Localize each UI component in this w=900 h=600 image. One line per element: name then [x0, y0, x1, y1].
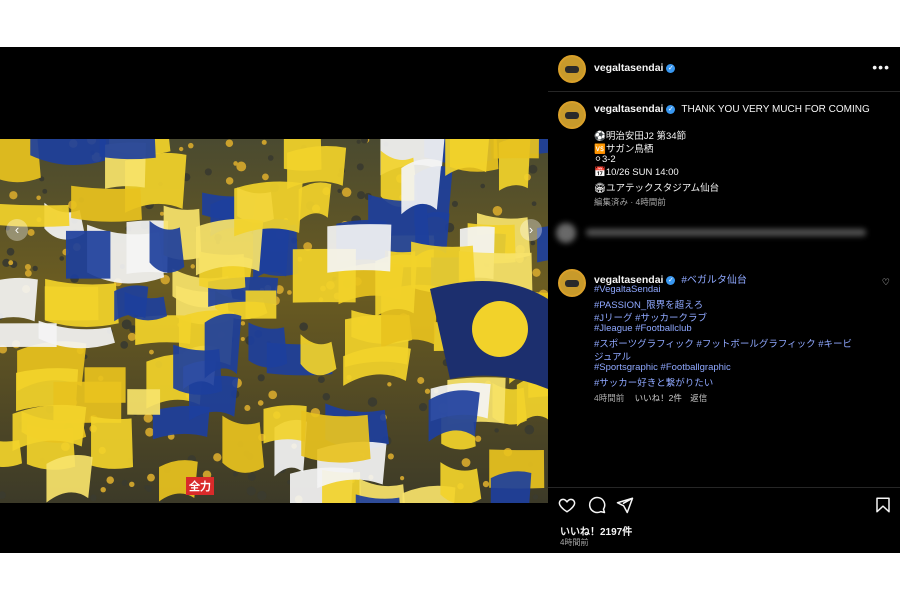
- post-media: 全力 ‹ ›: [0, 47, 548, 553]
- caption-title: THANK YOU VERY MUCH FOR COMING: [681, 104, 870, 115]
- comment-icon[interactable]: [588, 496, 606, 514]
- caption-line: 📅10/26 SUN 14:00: [594, 167, 679, 178]
- caption-line: 🏟ユアテックスタジアム仙台: [594, 183, 720, 194]
- hashtag-line[interactable]: #Jリーグ #サッカークラブ: [594, 310, 707, 324]
- hashtag-line[interactable]: #Jleague #Footballclub: [594, 323, 692, 334]
- flag-crowd-image: [0, 139, 548, 503]
- next-image-button[interactable]: ›: [520, 219, 542, 241]
- hashtag-line[interactable]: ジュアル: [594, 349, 631, 363]
- avatar[interactable]: [558, 55, 586, 83]
- caption-header: vegaltasendai ✓ THANK YOU VERY MUCH FOR C…: [594, 103, 870, 115]
- caption-avatar[interactable]: [558, 101, 586, 129]
- verified-icon: ✓: [666, 104, 676, 114]
- comment-avatar[interactable]: [558, 269, 586, 297]
- hashtag-link[interactable]: #ベガルタ仙台: [681, 275, 747, 286]
- post-photo: 全力: [0, 139, 548, 503]
- blurred-comment: [556, 223, 892, 243]
- post-timestamp: 4時間前: [560, 538, 589, 547]
- verified-icon: ✓: [666, 275, 676, 285]
- banner-text: 全力: [186, 477, 214, 495]
- caption-line: 🆚サガン鳥栖: [594, 144, 654, 155]
- more-options-icon[interactable]: •••: [872, 59, 890, 75]
- heart-icon[interactable]: [558, 496, 576, 514]
- hashtag-line[interactable]: #サッカー好きと繋がりたい: [594, 375, 713, 389]
- header-username-row: vegaltasendai ✓: [594, 62, 676, 74]
- share-icon[interactable]: [616, 496, 634, 514]
- header-username[interactable]: vegaltasendai: [594, 62, 663, 74]
- hashtag-line[interactable]: #PASSION_限界を超えろ: [594, 297, 703, 311]
- previous-image-button[interactable]: ‹: [6, 219, 28, 241]
- comment-time: 4時間前: [594, 393, 625, 403]
- comment-meta: 4時間前 いいね！2件 返信: [594, 392, 707, 404]
- reply-button[interactable]: 返信: [690, 393, 707, 403]
- comment-likes[interactable]: いいね！2件: [635, 393, 682, 403]
- action-bar: [548, 487, 900, 514]
- post-modal: 全力 ‹ › vegaltasendai ✓ ••• vegaltasendai ✓…: [0, 47, 900, 553]
- post-side-panel: vegaltasendai ✓ ••• vegaltasendai ✓ THANK …: [548, 47, 900, 553]
- caption-line: ⚽明治安田J2 第34節: [594, 131, 687, 142]
- likes-count[interactable]: いいね！2197件: [560, 523, 632, 538]
- hashtag-line[interactable]: #スポーツグラフィック #フットボールグラフィック #キービ: [594, 336, 852, 350]
- post-header: vegaltasendai ✓ •••: [548, 47, 900, 92]
- comment-like-icon[interactable]: ♡: [882, 277, 890, 288]
- hashtag-line[interactable]: #Sportsgraphic #Footballgraphic: [594, 362, 731, 373]
- caption-meta: 編集済み · 4時間前: [594, 197, 666, 207]
- caption-username[interactable]: vegaltasendai: [594, 103, 663, 115]
- bookmark-icon[interactable]: [874, 496, 892, 514]
- hashtag-line[interactable]: #VegaltaSendai: [594, 284, 661, 295]
- verified-icon: ✓: [666, 63, 676, 73]
- caption-line: ⚪3-2: [594, 154, 616, 165]
